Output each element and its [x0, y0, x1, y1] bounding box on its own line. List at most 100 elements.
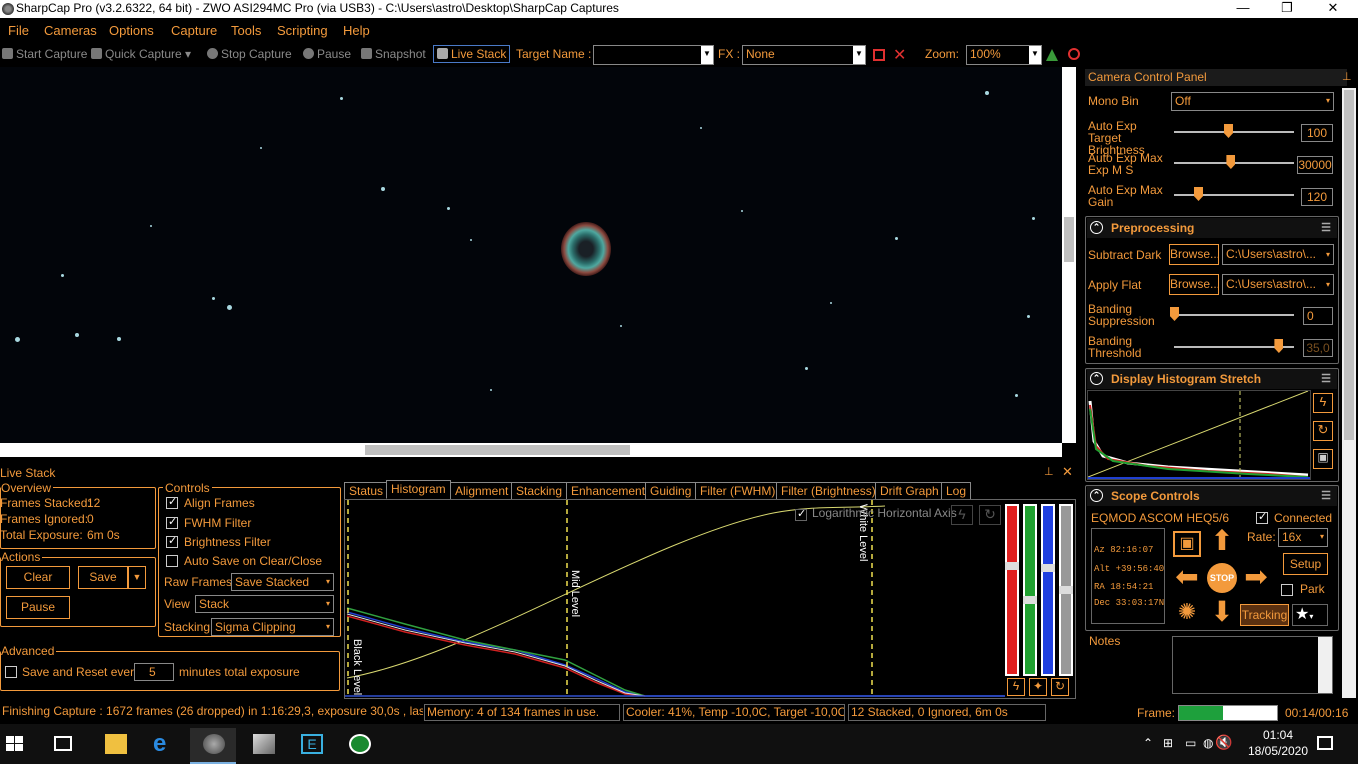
menu-capture[interactable]: Capture: [171, 23, 217, 38]
lightning-icon[interactable]: ϟ: [1313, 393, 1333, 413]
auto-exp-max-gain-value[interactable]: 120: [1301, 188, 1333, 206]
start-capture-button[interactable]: Start Capture: [2, 47, 87, 61]
north-arrow-icon[interactable]: ⬆: [1207, 527, 1237, 557]
ethernet-icon[interactable]: ▭: [1185, 736, 1196, 750]
save-button[interactable]: Save: [78, 566, 128, 589]
app-icon[interactable]: E: [288, 728, 334, 764]
file-explorer-icon[interactable]: [92, 728, 138, 764]
reticle-icon[interactable]: [873, 49, 885, 61]
raw-frames-select[interactable]: Save Stacked ▾: [231, 573, 334, 591]
tab-status[interactable]: Status: [344, 482, 389, 500]
save-dropdown-button[interactable]: ▼: [128, 566, 146, 589]
maximize-button[interactable]: ❐: [1264, 0, 1310, 18]
tab-log[interactable]: Log: [941, 482, 972, 500]
stop-capture-button[interactable]: Stop Capture: [207, 47, 292, 61]
fwhm-filter-checkbox[interactable]: [166, 515, 178, 529]
notification-icon[interactable]: [1317, 736, 1333, 750]
browse-dark-button[interactable]: Browse...: [1169, 244, 1220, 265]
lightning-icon[interactable]: ϟ: [1007, 678, 1025, 696]
menu-tools[interactable]: Tools: [231, 23, 261, 38]
menu-file[interactable]: File: [8, 23, 29, 38]
quick-capture-button[interactable]: Quick Capture ▾: [91, 47, 191, 61]
east-arrow-icon[interactable]: ➡: [1241, 563, 1271, 593]
notes-scrollbar[interactable]: [1318, 637, 1332, 693]
brightness-filter-checkbox[interactable]: [166, 534, 178, 548]
camera-image-viewer[interactable]: [0, 67, 1062, 443]
connected-checkbox[interactable]: [1256, 510, 1268, 524]
save-icon[interactable]: ▣: [1313, 449, 1333, 469]
pause-button[interactable]: Pause: [303, 47, 351, 61]
auto-save-checkbox[interactable]: [166, 555, 178, 567]
scroll-thumb[interactable]: [1064, 217, 1074, 262]
clock-date[interactable]: 18/05/2020: [1243, 744, 1313, 758]
display-histogram-header[interactable]: ⌃ Display Histogram Stretch ☰: [1087, 369, 1337, 389]
tab-alignment[interactable]: Alignment: [450, 482, 514, 500]
windows-start-icon[interactable]: [6, 736, 24, 752]
cross-icon[interactable]: ✕: [893, 45, 906, 65]
auto-exp-max-gain-slider[interactable]: [1174, 194, 1294, 196]
dark-path-select[interactable]: C:\Users\astro\... ▾: [1222, 244, 1334, 265]
edge-browser-icon[interactable]: e: [140, 728, 186, 764]
stacking-select[interactable]: Sigma Clipping ▾: [211, 618, 334, 636]
target-icon[interactable]: ▣: [1173, 531, 1201, 557]
save-reset-checkbox[interactable]: [5, 666, 17, 678]
auto-exp-max-ms-value[interactable]: 30000: [1297, 156, 1333, 174]
menu-scripting[interactable]: Scripting: [277, 23, 328, 38]
close-button[interactable]: ✕: [1310, 0, 1356, 18]
logarithmic-checkbox[interactable]: [795, 507, 807, 521]
mono-bin-select[interactable]: Off ▾: [1171, 92, 1334, 111]
view-select[interactable]: Stack ▾: [195, 595, 334, 613]
auto-exp-target-value[interactable]: 100: [1301, 124, 1333, 142]
zoom-select[interactable]: 100% ▼: [966, 45, 1042, 65]
stack-histogram[interactable]: Black Level Mid Level White Level Logari…: [344, 499, 1076, 699]
fx-select[interactable]: None ▼: [742, 45, 866, 65]
tab-drift-graph[interactable]: Drift Graph: [875, 482, 944, 500]
tracking-button[interactable]: Tracking: [1240, 604, 1289, 626]
close-panel-icon[interactable]: ✕: [1062, 464, 1073, 480]
collapse-icon[interactable]: ⌃: [1090, 372, 1103, 385]
menu-help[interactable]: Help: [343, 23, 370, 38]
scope-controls-header[interactable]: ⌃ Scope Controls ☰: [1087, 486, 1337, 506]
reset-icon[interactable]: ↻: [979, 505, 1001, 525]
pin-icon[interactable]: ⊥: [1044, 465, 1054, 478]
tab-guiding[interactable]: Guiding: [645, 482, 697, 500]
collapse-icon[interactable]: ⌃: [1090, 221, 1103, 234]
viewer-vertical-scrollbar[interactable]: [1062, 67, 1076, 443]
park-checkbox[interactable]: [1281, 584, 1293, 596]
tab-filter-brightness[interactable]: Filter (Brightness): [776, 482, 881, 500]
green-channel-slider[interactable]: [1023, 504, 1037, 676]
volume-icon[interactable]: 🔇: [1215, 734, 1232, 751]
menu-icon[interactable]: ☰: [1321, 489, 1331, 502]
browse-flat-button[interactable]: Browse...: [1169, 274, 1220, 295]
viewer-horizontal-scrollbar[interactable]: [0, 443, 1062, 457]
sharpcap-icon[interactable]: [190, 728, 236, 764]
clock-time[interactable]: 01:04: [1253, 728, 1303, 742]
snapshot-button[interactable]: Snapshot: [361, 47, 426, 61]
settings-icon[interactable]: [1068, 48, 1080, 60]
stop-button[interactable]: STOP: [1207, 563, 1237, 593]
rate-select[interactable]: 16x ▾: [1278, 528, 1328, 547]
preprocessing-header[interactable]: ⌃ Preprocessing ☰: [1087, 218, 1337, 238]
live-stack-button[interactable]: Live Stack: [433, 45, 511, 63]
refresh-icon[interactable]: ↻: [1051, 678, 1069, 696]
histogram-icon[interactable]: [1046, 49, 1058, 61]
auto-stretch-icon[interactable]: ϟ: [951, 505, 973, 525]
pause-stack-button[interactable]: Pause: [6, 596, 70, 619]
tab-histogram[interactable]: Histogram: [386, 480, 451, 499]
app-icon[interactable]: [336, 728, 382, 764]
south-arrow-icon[interactable]: ⬇: [1207, 598, 1237, 628]
tab-stacking[interactable]: Stacking: [511, 482, 568, 500]
refresh-icon[interactable]: ↻: [1313, 421, 1333, 441]
tab-filter-fwhm[interactable]: Filter (FWHM): [695, 482, 781, 500]
sun-icon[interactable]: ✺: [1172, 598, 1202, 628]
minimize-button[interactable]: —: [1220, 0, 1266, 18]
target-name-input[interactable]: ▼: [593, 45, 714, 65]
star-icon[interactable]: ★▾: [1292, 604, 1328, 626]
scroll-thumb[interactable]: [365, 445, 630, 455]
display-histogram-plot[interactable]: [1087, 390, 1311, 480]
app-icon[interactable]: [240, 728, 286, 764]
west-arrow-icon[interactable]: ⬅: [1172, 563, 1202, 593]
collapse-icon[interactable]: ⌃: [1090, 489, 1103, 502]
menu-cameras[interactable]: Cameras: [44, 23, 97, 38]
auto-exp-target-slider[interactable]: [1174, 131, 1294, 133]
